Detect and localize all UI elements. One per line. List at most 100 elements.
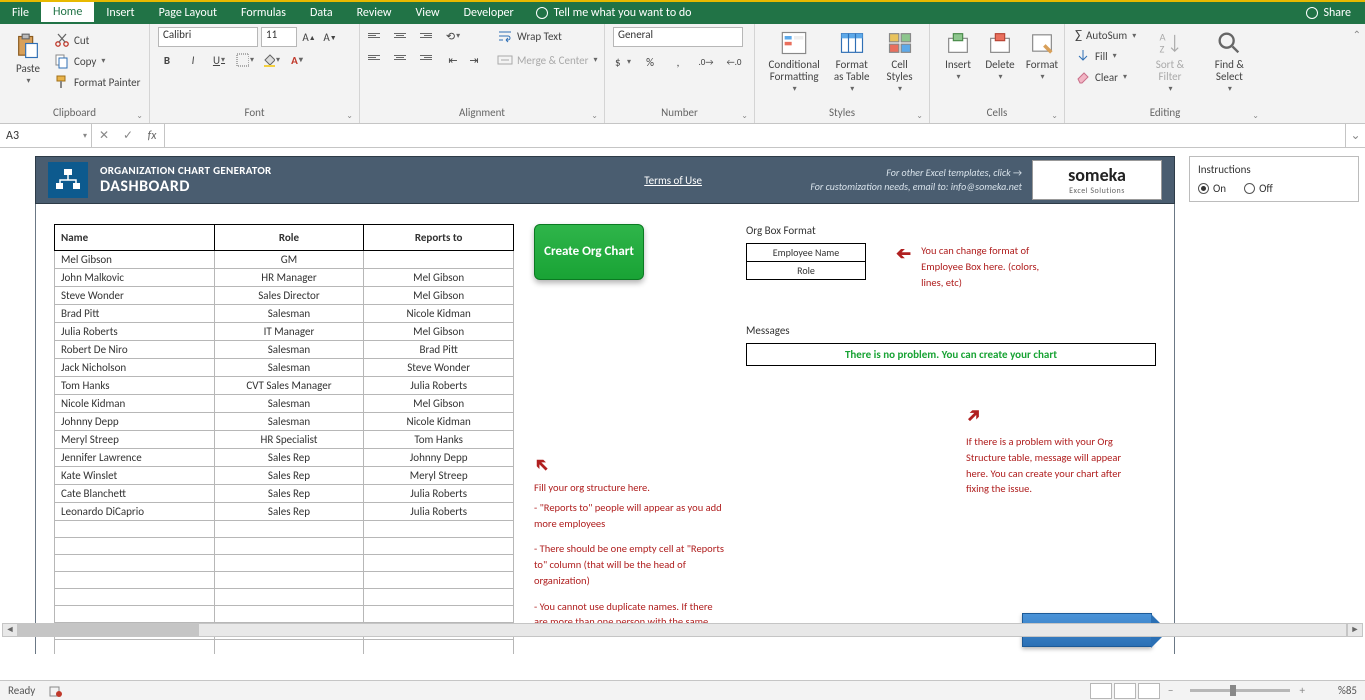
- fill-color-button[interactable]: ▾: [262, 51, 280, 69]
- decrease-indent-button[interactable]: ⇤: [444, 51, 462, 69]
- italic-button[interactable]: I: [184, 51, 202, 69]
- table-row[interactable]: Leonardo DiCaprioSales RepJulia Roberts: [55, 503, 514, 521]
- decrease-decimal-button[interactable]: ←.0: [725, 53, 743, 71]
- org-structure-table[interactable]: Name Role Reports to Mel GibsonGMJohn Ma…: [54, 224, 514, 654]
- worksheet-area[interactable]: ORGANIZATION CHART GENERATOR DASHBOARD T…: [0, 148, 1365, 654]
- find-select-button[interactable]: Find & Select▾: [1202, 27, 1257, 96]
- autosum-button[interactable]: ∑AutoSum▾: [1073, 27, 1138, 44]
- tab-review[interactable]: Review: [345, 2, 404, 24]
- format-painter-button[interactable]: Format Painter: [52, 73, 142, 91]
- percent-button[interactable]: %: [641, 53, 659, 71]
- number-group-label: Number: [613, 106, 746, 121]
- table-row[interactable]: Jack NicholsonSalesmanSteve Wonder: [55, 359, 514, 377]
- underline-button[interactable]: U▾: [210, 51, 228, 69]
- font-color-button[interactable]: A▾: [288, 51, 306, 69]
- collapse-ribbon-button[interactable]: ⌃: [1353, 28, 1361, 41]
- table-row[interactable]: Steve WonderSales DirectorMel Gibson: [55, 287, 514, 305]
- zoom-in-button[interactable]: +: [1300, 684, 1305, 697]
- comma-button[interactable]: ,: [669, 53, 687, 71]
- tab-page-layout[interactable]: Page Layout: [147, 2, 229, 24]
- table-row[interactable]: Robert De NiroSalesmanBrad Pitt: [55, 341, 514, 359]
- insert-cells-button[interactable]: Insert▾: [938, 27, 978, 84]
- increase-decimal-button[interactable]: .0→: [697, 53, 715, 71]
- table-row-empty[interactable]: [55, 538, 514, 555]
- conditional-formatting-button[interactable]: Conditional Formatting▾: [763, 27, 825, 96]
- table-row[interactable]: Johnny DeppSalesmanNicole Kidman: [55, 413, 514, 431]
- fill-button[interactable]: Fill▾: [1073, 47, 1138, 65]
- tab-insert[interactable]: Insert: [94, 2, 146, 24]
- increase-indent-button[interactable]: ⇥: [465, 51, 483, 69]
- instructions-off-radio[interactable]: Off: [1244, 182, 1273, 195]
- cell-styles-button[interactable]: Cell Styles▾: [878, 27, 921, 96]
- cancel-formula-button[interactable]: ✕: [92, 128, 116, 143]
- copy-button[interactable]: Copy▾: [52, 52, 142, 70]
- table-row[interactable]: Jennifer LawrenceSales RepJohnny Depp: [55, 449, 514, 467]
- table-row-empty[interactable]: [55, 606, 514, 623]
- create-org-chart-button[interactable]: Create Org Chart: [534, 224, 644, 280]
- page-break-view-button[interactable]: [1138, 683, 1160, 699]
- alignment-grid[interactable]: [368, 27, 432, 69]
- terms-of-use-link[interactable]: Terms of Use: [644, 174, 702, 187]
- formula-input[interactable]: [165, 124, 1345, 147]
- scroll-right-button[interactable]: ►: [1347, 623, 1363, 637]
- table-row-empty[interactable]: [55, 589, 514, 606]
- accounting-button[interactable]: $▾: [613, 53, 631, 71]
- table-row[interactable]: John MalkovicHR ManagerMel Gibson: [55, 269, 514, 287]
- enter-formula-button[interactable]: ✓: [116, 128, 140, 143]
- page-layout-view-button[interactable]: [1114, 683, 1136, 699]
- orientation-button[interactable]: ⟲▾: [444, 27, 462, 45]
- tab-view[interactable]: View: [404, 2, 452, 24]
- table-row[interactable]: Nicole KidmanSalesmanMel Gibson: [55, 395, 514, 413]
- macro-record-icon[interactable]: [49, 684, 63, 698]
- table-row-empty[interactable]: [55, 555, 514, 572]
- decrease-font-button[interactable]: A▼: [321, 28, 339, 46]
- table-row-empty[interactable]: [55, 521, 514, 538]
- paste-button[interactable]: Paste▾: [8, 27, 48, 91]
- clear-button[interactable]: Clear▾: [1073, 68, 1138, 86]
- number-format-select[interactable]: General: [613, 27, 743, 47]
- normal-view-button[interactable]: [1090, 683, 1112, 699]
- scroll-thumb[interactable]: [19, 624, 199, 636]
- expand-formula-bar-button[interactable]: ⌄: [1345, 124, 1365, 147]
- zoom-out-button[interactable]: −: [1168, 684, 1173, 697]
- delete-cells-button[interactable]: Delete▾: [980, 27, 1020, 84]
- fx-icon[interactable]: fx: [140, 129, 164, 143]
- borders-button[interactable]: ▾: [236, 51, 254, 69]
- merge-center-button[interactable]: Merge & Center▾: [495, 51, 600, 69]
- tell-me-label: Tell me what you want to do: [554, 6, 692, 20]
- name-box[interactable]: A3: [0, 124, 92, 147]
- increase-font-button[interactable]: A▲: [300, 28, 318, 46]
- bold-button[interactable]: B: [158, 51, 176, 69]
- table-row[interactable]: Meryl StreepHR SpecialistTom Hanks: [55, 431, 514, 449]
- table-row[interactable]: Cate BlanchettSales RepJulia Roberts: [55, 485, 514, 503]
- cut-button[interactable]: Cut: [52, 31, 142, 49]
- table-row[interactable]: Brad PittSalesmanNicole Kidman: [55, 305, 514, 323]
- someka-logo[interactable]: someka Excel Solutions: [1032, 160, 1162, 200]
- table-row[interactable]: Mel GibsonGM: [55, 251, 514, 269]
- format-as-table-button[interactable]: Format as Table▾: [827, 27, 876, 96]
- tab-file[interactable]: File: [0, 2, 41, 24]
- table-row-empty[interactable]: [55, 572, 514, 589]
- zoom-level[interactable]: %85: [1317, 684, 1357, 697]
- format-cells-button[interactable]: Format▾: [1022, 27, 1062, 84]
- font-size-select[interactable]: 11: [261, 27, 297, 47]
- table-row[interactable]: Kate WinsletSales RepMeryl Streep: [55, 467, 514, 485]
- instructions-on-radio[interactable]: On: [1198, 182, 1226, 195]
- font-name-select[interactable]: Calibri: [158, 27, 258, 47]
- table-row[interactable]: Tom HanksCVT Sales ManagerJulia Roberts: [55, 377, 514, 395]
- tell-me-search[interactable]: Tell me what you want to do: [526, 6, 702, 20]
- sort-filter-button[interactable]: AZSort & Filter▾: [1144, 27, 1196, 96]
- tab-developer[interactable]: Developer: [452, 2, 526, 24]
- tab-home[interactable]: Home: [41, 2, 94, 24]
- horizontal-scrollbar[interactable]: ◄ ►: [2, 622, 1363, 638]
- table-row[interactable]: Julia RobertsIT ManagerMel Gibson: [55, 323, 514, 341]
- wrap-text-button[interactable]: Wrap Text: [495, 27, 600, 45]
- tab-formulas[interactable]: Formulas: [229, 2, 298, 24]
- org-box-format-preview[interactable]: Employee Name Role: [746, 243, 866, 280]
- share-button[interactable]: Share: [1292, 6, 1365, 20]
- table-row-empty[interactable]: [55, 640, 514, 655]
- scroll-left-button[interactable]: ◄: [2, 623, 18, 637]
- tab-data[interactable]: Data: [298, 2, 345, 24]
- messages-label: Messages: [746, 324, 1156, 337]
- zoom-slider[interactable]: [1190, 689, 1290, 692]
